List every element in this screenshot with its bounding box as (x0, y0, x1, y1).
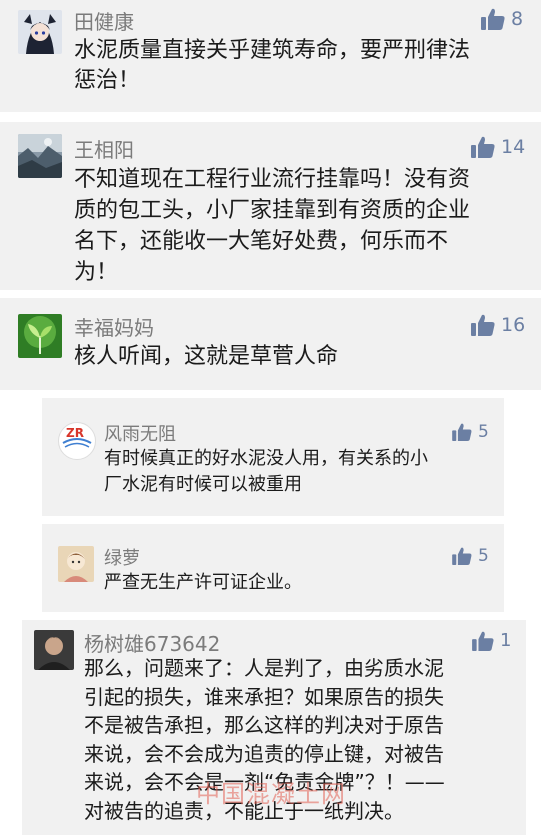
like-button[interactable]: 14 (471, 136, 525, 158)
cartoon-photo-icon (58, 546, 94, 582)
thumbs-up-icon (471, 136, 495, 158)
like-count: 5 (478, 422, 489, 442)
like-button[interactable]: 1 (472, 630, 511, 651)
watermark: 中国混凝土网 (196, 780, 346, 808)
user-avatar[interactable] (18, 10, 62, 54)
user-avatar[interactable] (34, 630, 74, 670)
reply-card: ZR 风雨无阻 5 有时候真正的好水泥没人用，有关系的小 厂水泥有时候可以被重用 (42, 398, 504, 516)
comment-text: 不知道现在工程行业流行挂靠吗！没有资 质的包工头，小厂家挂靠到有资质的企业 名下… (74, 167, 471, 285)
user-name[interactable]: 绿萝 (104, 544, 140, 570)
like-count: 16 (501, 314, 526, 336)
user-name[interactable]: 王相阳 (74, 134, 134, 163)
user-avatar[interactable] (18, 134, 62, 178)
comment-card: 王相阳 14 不知道现在工程行业流行挂靠吗！没有资 质的包工头，小厂家挂靠到有资… (0, 122, 541, 290)
comment-text: 水泥质量直接关乎建筑寿命，要严刑律法 惩治！ (74, 38, 471, 93)
user-avatar[interactable]: ZR (58, 422, 96, 460)
comment-text: 核人听闻，这就是草菅人命 (74, 344, 339, 369)
anime-character-icon (18, 10, 62, 54)
comment-text: 有时候真正的好水泥没人用，有关系的小 厂水泥有时候可以被重用 (104, 448, 428, 495)
comment-text: 严查无生产许可证企业。 (104, 572, 302, 593)
reply-card: 绿萝 5 严查无生产许可证企业。 (42, 524, 504, 612)
thumbs-up-icon (452, 547, 472, 565)
logo-text: ZR (66, 426, 84, 440)
like-button[interactable]: 16 (471, 314, 525, 336)
user-name[interactable]: 风雨无阻 (104, 420, 176, 446)
green-sprout-icon (18, 314, 62, 358)
user-name[interactable]: 田健康 (74, 6, 134, 35)
thumbs-up-icon (472, 631, 494, 651)
comment-card: 幸福妈妈 16 核人听闻，这就是草菅人命 (0, 298, 541, 390)
user-name[interactable]: 幸福妈妈 (74, 312, 154, 341)
landscape-photo-icon (18, 134, 62, 178)
user-avatar[interactable] (18, 314, 62, 358)
like-button[interactable]: 5 (452, 546, 489, 566)
thumbs-up-icon (481, 8, 505, 30)
like-count: 8 (511, 8, 524, 30)
user-name[interactable]: 杨树雄673642 (84, 628, 220, 657)
thumbs-up-icon (452, 423, 472, 441)
portrait-photo-icon (34, 630, 74, 670)
thumbs-up-icon (471, 314, 495, 336)
like-count: 1 (500, 630, 512, 651)
comment-card: 田健康 8 水泥质量直接关乎建筑寿命，要严刑律法 惩治！ (0, 0, 541, 112)
like-button[interactable]: 5 (452, 422, 489, 442)
like-button[interactable]: 8 (481, 8, 523, 30)
user-avatar[interactable] (58, 546, 94, 582)
like-count: 5 (478, 546, 489, 566)
like-count: 14 (501, 136, 526, 158)
